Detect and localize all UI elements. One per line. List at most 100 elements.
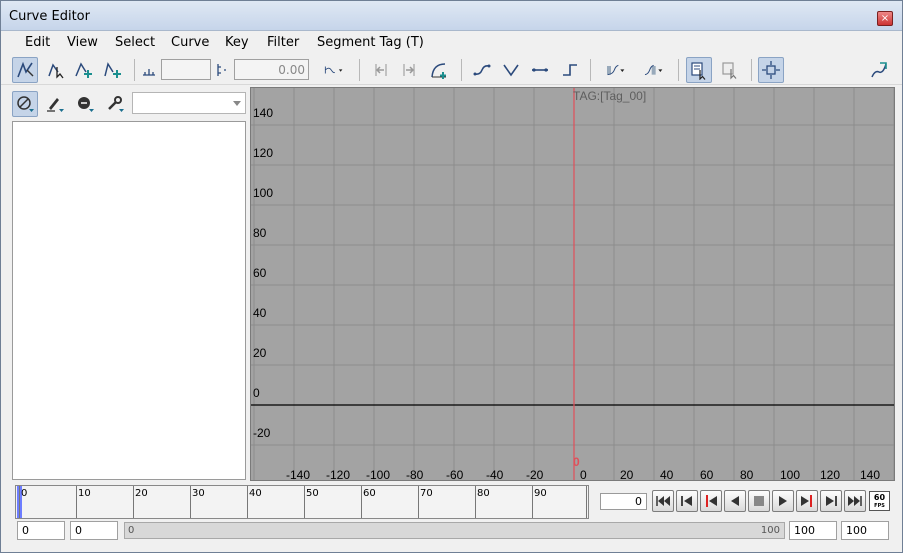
- curve-list[interactable]: [12, 121, 246, 480]
- range-end-label: 100: [760, 525, 780, 536]
- last-frame-icon: [848, 496, 862, 506]
- menu-view[interactable]: View: [67, 35, 98, 50]
- last-frame-button[interactable]: [844, 490, 866, 512]
- settings-button[interactable]: [102, 91, 128, 117]
- next-key-button[interactable]: [820, 490, 842, 512]
- timeline-label: 10: [78, 488, 91, 499]
- x-axis-label: -60: [446, 468, 464, 480]
- prev-key-icon: [681, 496, 692, 506]
- menu-filter[interactable]: Filter: [267, 35, 299, 50]
- x-axis-label: -120: [326, 468, 350, 480]
- pre-infinity-dropdown[interactable]: [599, 57, 631, 83]
- select-tool-icon: [722, 62, 737, 80]
- next-marker-button[interactable]: [796, 490, 818, 512]
- play-reverse-button[interactable]: [724, 490, 746, 512]
- timeline-label: 80: [477, 488, 490, 499]
- select-keys-button[interactable]: [43, 57, 69, 83]
- end-range-input[interactable]: 100: [789, 521, 837, 540]
- window-title: Curve Editor: [9, 9, 90, 24]
- curve-graph-view[interactable]: TAG:[Tag_00]0140120100806040200-20-160-1…: [250, 87, 895, 481]
- timeline-tick: [133, 486, 134, 518]
- move-keys-button[interactable]: [12, 57, 38, 83]
- start-frame-input[interactable]: 0: [17, 521, 65, 540]
- graph-canvas[interactable]: TAG:[Tag_00]0140120100806040200-20-160-1…: [251, 88, 894, 480]
- range-slider[interactable]: 0 100: [124, 522, 785, 539]
- y-axis-label: -20: [253, 426, 271, 440]
- timeline-ruler[interactable]: 0 10 20 30 40 50 60 70 80 90: [15, 485, 589, 519]
- frame-field-icon: [143, 69, 155, 76]
- step-right-button[interactable]: [396, 57, 422, 83]
- snap-button[interactable]: [686, 57, 712, 83]
- menu-key[interactable]: Key: [225, 35, 249, 50]
- timeline-label: 60: [363, 488, 376, 499]
- tangent-dropdown-button[interactable]: [315, 57, 351, 83]
- y-axis-label: 40: [253, 306, 267, 320]
- y-axis-label: 60: [253, 266, 267, 280]
- x-axis-label: 60: [700, 468, 714, 480]
- menu-edit[interactable]: Edit: [25, 35, 50, 50]
- y-axis-label: 20: [253, 346, 267, 360]
- frame-all-button[interactable]: [758, 57, 784, 83]
- toolbar-separator: [134, 59, 135, 81]
- x-axis-label: -100: [366, 468, 390, 480]
- toolbar-separator: [590, 59, 591, 81]
- fit-curve-button[interactable]: [426, 57, 452, 83]
- insert-key-button[interactable]: [99, 57, 125, 83]
- filter-button[interactable]: [12, 91, 38, 117]
- post-infinity-dropdown[interactable]: [637, 57, 669, 83]
- curve-list-panel: [9, 87, 248, 481]
- frame-all-icon: [762, 61, 780, 79]
- linear-button[interactable]: [498, 57, 524, 83]
- timeline-tick: [304, 486, 305, 518]
- stop-button[interactable]: [748, 490, 770, 512]
- menu-select[interactable]: Select: [115, 35, 155, 50]
- x-axis-label: -20: [526, 468, 544, 480]
- prev-marker-button[interactable]: [700, 490, 722, 512]
- edit-button[interactable]: [42, 91, 68, 117]
- tag-label: TAG:[Tag_00]: [573, 89, 646, 103]
- first-frame-button[interactable]: [652, 490, 674, 512]
- timeline-tick: [418, 486, 419, 518]
- x-axis-label: 120: [820, 468, 840, 480]
- timeline-label: 50: [306, 488, 319, 499]
- key-value-input[interactable]: 0.00: [234, 59, 309, 80]
- add-key-button[interactable]: [71, 57, 97, 83]
- y-axis-label: 0: [253, 386, 260, 400]
- timeline-tick: [475, 486, 476, 518]
- stop-icon: [754, 496, 764, 506]
- menu-segment-tag[interactable]: Segment Tag (T): [317, 35, 424, 50]
- x-axis-label: 0: [580, 468, 587, 480]
- prev-key-button[interactable]: [676, 490, 698, 512]
- y-axis-label: 80: [253, 226, 267, 240]
- play-button[interactable]: [772, 490, 794, 512]
- x-axis-label: 80: [740, 468, 754, 480]
- expand-icon: [871, 62, 887, 78]
- timeline-label: 90: [534, 488, 547, 499]
- toolbar-separator: [359, 59, 360, 81]
- timeline-label: 40: [249, 488, 262, 499]
- menu-curve[interactable]: Curve: [171, 35, 209, 50]
- constant-button[interactable]: [527, 57, 553, 83]
- current-frame-input[interactable]: 0: [600, 493, 647, 510]
- visibility-button[interactable]: [72, 91, 98, 117]
- step-button[interactable]: [557, 57, 583, 83]
- step-left-button[interactable]: [368, 57, 394, 83]
- frame-input[interactable]: [161, 59, 211, 80]
- curve-filter-dropdown[interactable]: [132, 92, 246, 114]
- close-button[interactable]: ×: [877, 11, 893, 26]
- y-axis-label: 140: [253, 106, 273, 120]
- select-tool-button[interactable]: [717, 57, 743, 83]
- fps-button[interactable]: 60 FPS: [869, 491, 890, 511]
- timeline-tick: [586, 486, 587, 518]
- timeline-tick: [247, 486, 248, 518]
- constant-icon: [532, 68, 548, 72]
- spline-button[interactable]: [469, 57, 495, 83]
- start-range-input[interactable]: 0: [70, 521, 118, 540]
- end-frame-input[interactable]: 100: [841, 521, 889, 540]
- visibility-icon: [78, 97, 94, 112]
- prev-marker-icon: [706, 495, 717, 507]
- expand-button[interactable]: [866, 57, 892, 83]
- title-bar[interactable]: Curve Editor ×: [1, 1, 902, 31]
- x-axis-label: -40: [486, 468, 504, 480]
- value-field-icon: [217, 64, 226, 76]
